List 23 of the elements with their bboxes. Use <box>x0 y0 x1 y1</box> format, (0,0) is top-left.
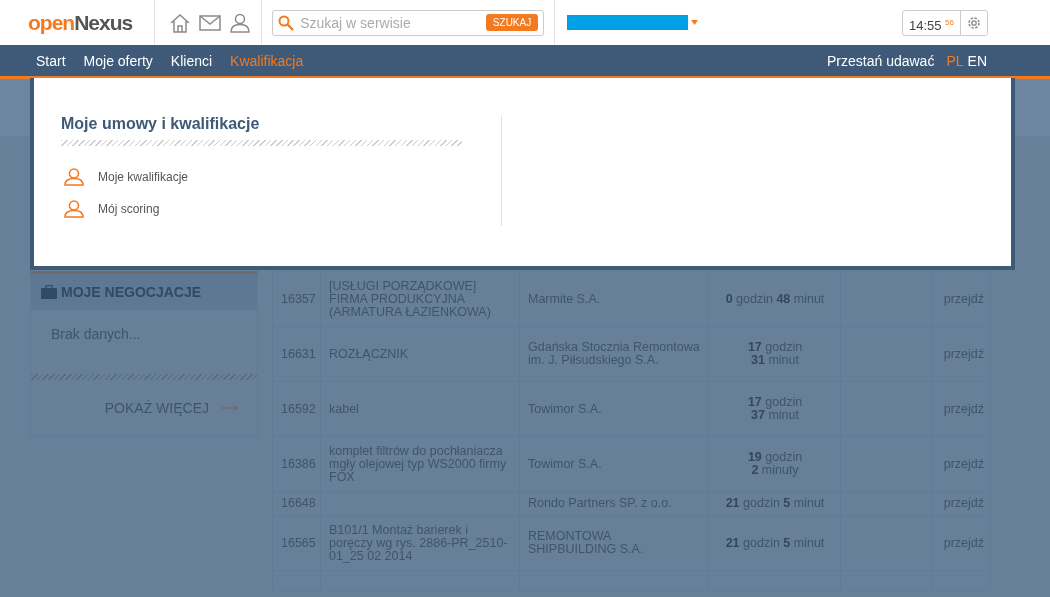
mail-icon[interactable] <box>199 14 222 31</box>
nav-tab[interactable]: Start <box>36 52 66 69</box>
home-icon[interactable] <box>169 12 192 33</box>
caret-icon <box>691 20 699 25</box>
logo[interactable]: openNexus <box>28 10 133 35</box>
menu-item[interactable]: Mój scoring <box>64 200 462 218</box>
stop-impersonating-link[interactable]: Przestań udawać <box>827 52 935 69</box>
user-icon <box>64 200 84 218</box>
language-link[interactable]: PL <box>946 52 964 69</box>
briefcase-icon <box>41 285 57 299</box>
user-icon[interactable] <box>229 12 252 33</box>
menu-item[interactable]: Moje kwalifikacje <box>64 168 462 186</box>
search-field[interactable]: Szukaj w serwisie SZUKAJ <box>272 9 545 36</box>
language-link[interactable]: EN <box>967 52 987 69</box>
user-icon <box>64 168 84 186</box>
nav-tab[interactable]: Klienci <box>170 52 213 69</box>
gear-icon <box>966 14 982 31</box>
nav-tab[interactable]: Moje oferty <box>83 52 153 69</box>
panel-title: Moje umowy i kwalifikacje <box>61 115 261 133</box>
user-menu[interactable] <box>567 15 699 30</box>
search-button[interactable]: SZUKAJ <box>485 14 539 31</box>
search-icon <box>278 14 295 31</box>
nav-tab[interactable]: Kwalifikacja <box>230 52 304 69</box>
